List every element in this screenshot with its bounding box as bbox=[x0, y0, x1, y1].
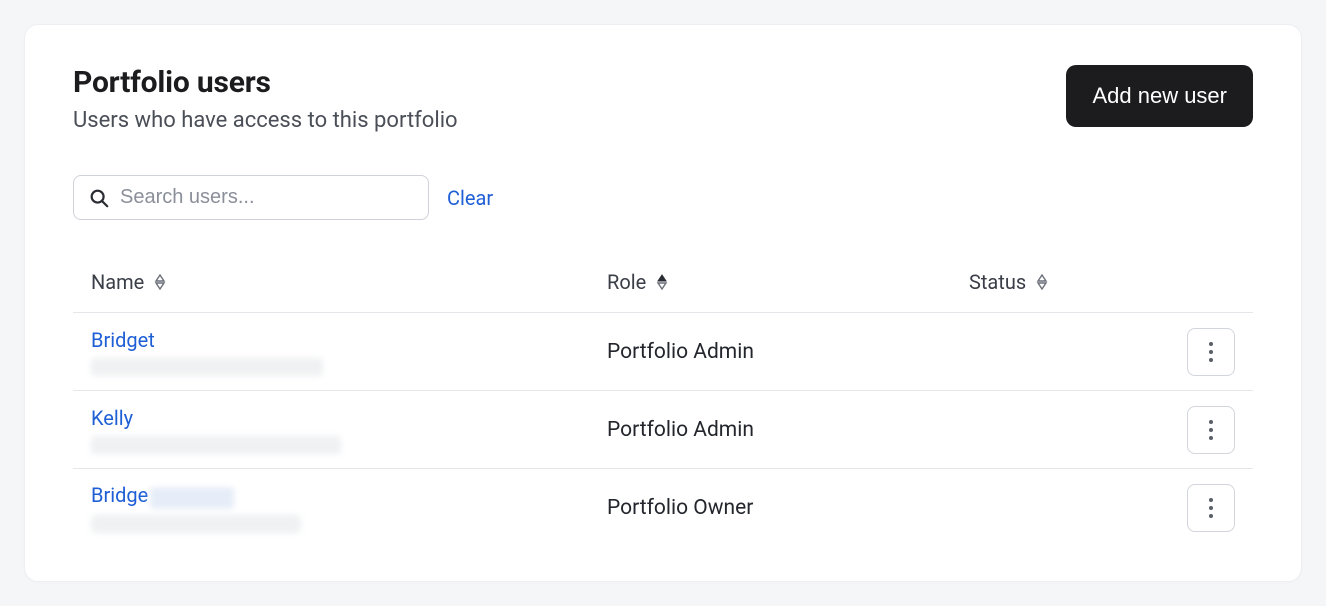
table-row: Bridge Portfolio Owner bbox=[73, 469, 1253, 547]
user-email-redacted bbox=[91, 358, 323, 376]
page-title: Portfolio users bbox=[73, 65, 458, 100]
cell-role: Portfolio Admin bbox=[607, 418, 969, 442]
cell-actions bbox=[1175, 406, 1235, 454]
sort-icon bbox=[154, 274, 166, 290]
column-header-actions bbox=[1175, 270, 1235, 294]
kebab-icon bbox=[1208, 341, 1214, 363]
cell-actions bbox=[1175, 484, 1235, 532]
kebab-icon bbox=[1208, 419, 1214, 441]
cell-actions bbox=[1175, 328, 1235, 376]
sort-icon bbox=[1036, 274, 1048, 290]
row-actions-button[interactable] bbox=[1187, 406, 1235, 454]
search-input[interactable] bbox=[120, 186, 414, 209]
cell-name: Bridge bbox=[91, 483, 607, 533]
user-email-redacted bbox=[91, 515, 301, 533]
portfolio-users-card: Portfolio users Users who have access to… bbox=[24, 24, 1302, 582]
card-header: Portfolio users Users who have access to… bbox=[73, 65, 1253, 133]
column-header-role[interactable]: Role bbox=[607, 270, 969, 294]
search-row: Clear bbox=[73, 175, 1253, 220]
users-table: Name Role Status bbox=[73, 270, 1253, 547]
cell-role: Portfolio Admin bbox=[607, 340, 969, 364]
sort-icon bbox=[656, 274, 668, 290]
user-name-link[interactable]: Kelly bbox=[91, 406, 133, 430]
column-label: Name bbox=[91, 270, 144, 294]
header-text: Portfolio users Users who have access to… bbox=[73, 65, 458, 133]
user-name-link[interactable]: Bridge bbox=[91, 483, 148, 507]
search-icon bbox=[88, 187, 110, 209]
user-name-link[interactable]: Bridget bbox=[91, 328, 155, 352]
kebab-icon bbox=[1208, 497, 1214, 519]
table-row: Bridget Portfolio Admin bbox=[73, 313, 1253, 391]
user-email-redacted bbox=[91, 436, 341, 454]
clear-search-link[interactable]: Clear bbox=[447, 186, 493, 210]
user-name-redacted-part bbox=[150, 487, 234, 509]
column-header-name[interactable]: Name bbox=[91, 270, 607, 294]
row-actions-button[interactable] bbox=[1187, 328, 1235, 376]
add-new-user-button[interactable]: Add new user bbox=[1066, 65, 1253, 127]
table-row: Kelly Portfolio Admin bbox=[73, 391, 1253, 469]
table-body: Bridget Portfolio Admin bbox=[73, 313, 1253, 547]
column-header-status[interactable]: Status bbox=[969, 270, 1175, 294]
cell-name: Bridget bbox=[91, 328, 607, 376]
search-box[interactable] bbox=[73, 175, 429, 220]
row-actions-button[interactable] bbox=[1187, 484, 1235, 532]
cell-name: Kelly bbox=[91, 406, 607, 454]
column-label: Status bbox=[969, 270, 1026, 294]
table-header: Name Role Status bbox=[73, 270, 1253, 313]
page-subtitle: Users who have access to this portfolio bbox=[73, 108, 458, 133]
cell-role: Portfolio Owner bbox=[607, 496, 969, 520]
column-label: Role bbox=[607, 270, 646, 294]
